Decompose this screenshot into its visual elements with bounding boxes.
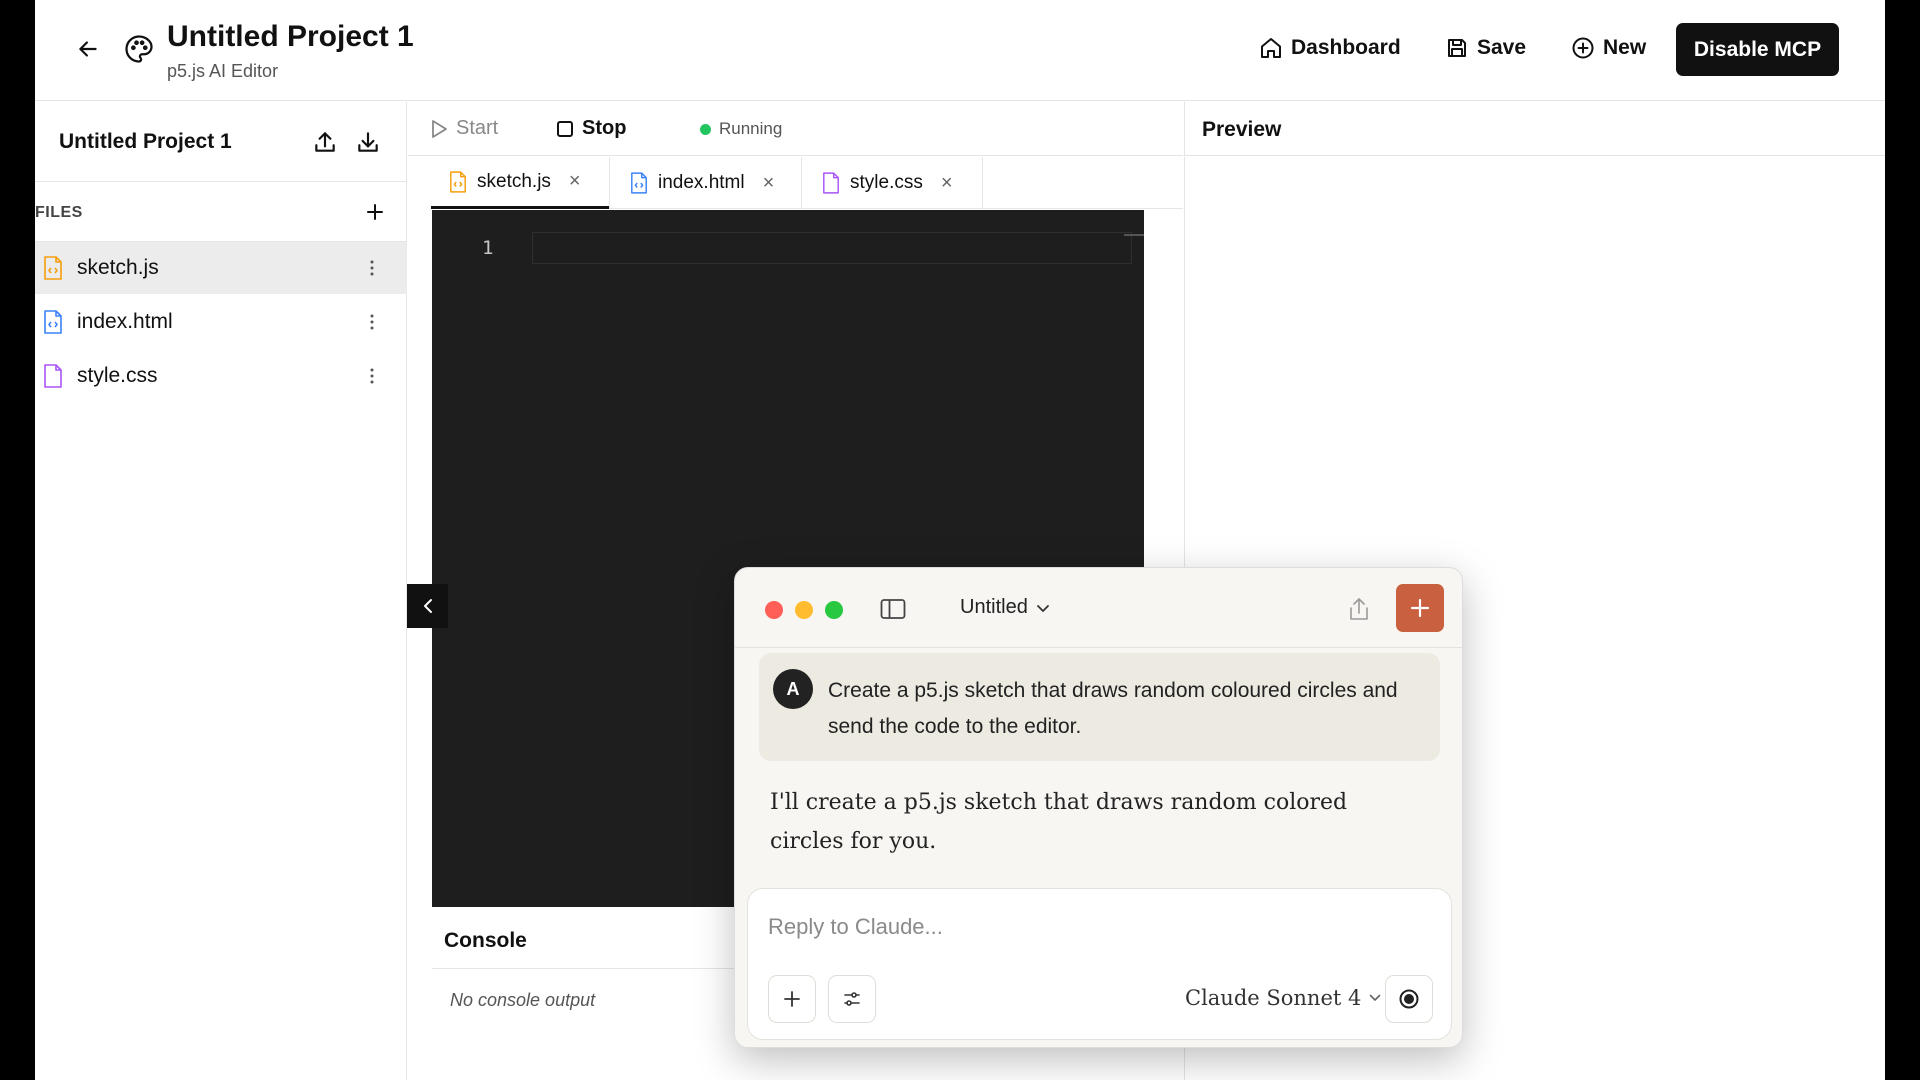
html-file-icon: [44, 310, 62, 334]
minimize-window-button[interactable]: [795, 601, 813, 619]
claude-chat-window: Untitled A Create a p5.js sketch that dr…: [734, 567, 1463, 1048]
preview-header: Preview: [1184, 102, 1885, 156]
html-file-icon: [631, 172, 647, 194]
save-button[interactable]: Save: [1445, 36, 1526, 60]
js-file-icon: [450, 170, 466, 193]
plus-circle-icon: [1572, 37, 1594, 59]
sidebar-toggle-icon[interactable]: [880, 598, 906, 620]
maximize-window-button[interactable]: [825, 601, 843, 619]
dashboard-label: Dashboard: [1291, 36, 1401, 59]
attach-button[interactable]: [768, 975, 816, 1023]
project-title: Untitled Project 1: [167, 20, 414, 53]
new-chat-button[interactable]: [1396, 584, 1444, 632]
start-button[interactable]: Start: [430, 117, 498, 140]
dashboard-button[interactable]: Dashboard: [1259, 36, 1401, 60]
editor-toolbar: Start Stop Running: [408, 102, 1183, 156]
more-vertical-icon[interactable]: [362, 258, 382, 278]
close-icon[interactable]: ×: [763, 172, 775, 195]
css-file-icon: [823, 172, 839, 194]
close-icon[interactable]: ×: [941, 172, 953, 195]
upload-icon[interactable]: [312, 129, 338, 155]
console-title: Console: [444, 929, 527, 952]
stop-label: Stop: [582, 117, 627, 139]
collapse-sidebar-button[interactable]: [407, 584, 448, 628]
file-item-style-css[interactable]: style.css: [35, 350, 407, 402]
conversation-title-dropdown[interactable]: Untitled: [960, 596, 1050, 619]
sliders-icon: [844, 992, 860, 1006]
tab-label: style.css: [850, 172, 923, 193]
download-icon[interactable]: [355, 129, 381, 155]
play-icon: [432, 119, 447, 138]
record-icon: [1399, 989, 1419, 1009]
assistant-message-text: I'll create a p5.js sketch that draws ra…: [770, 790, 1348, 854]
file-name: style.css: [77, 364, 158, 387]
file-item-index-html[interactable]: index.html: [35, 296, 407, 348]
avatar: A: [773, 669, 813, 709]
reply-composer: Claude Sonnet 4: [747, 888, 1452, 1040]
tab-divider: [982, 157, 983, 209]
line-number: 1: [482, 237, 494, 259]
close-window-button[interactable]: [765, 601, 783, 619]
sidebar-divider: [35, 181, 407, 182]
new-label: New: [1603, 36, 1647, 59]
tab-style-css[interactable]: style.css ×: [802, 157, 982, 209]
file-name: sketch.js: [77, 256, 159, 279]
file-item-sketch-js[interactable]: sketch.js: [35, 242, 407, 294]
current-line-highlight: [532, 232, 1132, 264]
status-label: Running: [719, 119, 783, 138]
plus-icon: [1410, 598, 1430, 618]
tab-label: index.html: [658, 172, 745, 193]
chevron-down-icon: [1036, 604, 1049, 612]
tools-button[interactable]: [828, 975, 876, 1023]
disable-mcp-button[interactable]: Disable MCP: [1676, 23, 1839, 76]
start-label: Start: [456, 117, 499, 139]
sidebar-project-title: Untitled Project 1: [59, 130, 232, 153]
editor-tabs: sketch.js × index.html × style.css ×: [431, 157, 1183, 209]
preview-title: Preview: [1202, 118, 1282, 141]
new-button[interactable]: New: [1571, 36, 1646, 60]
file-name: index.html: [77, 310, 173, 333]
user-message-text: Create a p5.js sketch that draws random …: [828, 679, 1398, 738]
chevron-down-icon: [1370, 994, 1381, 1001]
app-header: Untitled Project 1 p5.js AI Editor Dashb…: [35, 0, 1885, 101]
model-label: Claude Sonnet 4: [1185, 986, 1362, 1010]
window-titlebar: Untitled: [735, 568, 1462, 648]
save-icon: [1448, 39, 1466, 57]
file-sidebar: Untitled Project 1 FILES sketch.js index…: [35, 102, 407, 1080]
tab-sketch-js[interactable]: sketch.js ×: [431, 157, 609, 209]
js-file-icon: [44, 256, 62, 280]
more-vertical-icon[interactable]: [362, 366, 382, 386]
app-subtitle: p5.js AI Editor: [167, 61, 279, 81]
conversation-title: Untitled: [960, 596, 1028, 618]
share-icon[interactable]: [1347, 596, 1371, 622]
stop-icon: [557, 120, 573, 137]
add-file-icon[interactable]: [363, 200, 387, 224]
save-label: Save: [1477, 36, 1527, 59]
reply-input[interactable]: [768, 909, 1428, 945]
model-selector[interactable]: Claude Sonnet 4: [1185, 986, 1381, 1010]
status-dot-icon: [700, 123, 711, 135]
overview-ruler: [1124, 234, 1144, 236]
chevron-left-icon: [423, 599, 432, 613]
plus-icon: [784, 991, 800, 1007]
back-arrow-icon[interactable]: [75, 36, 101, 62]
more-vertical-icon[interactable]: [362, 312, 382, 332]
files-section-label: FILES: [35, 204, 83, 221]
console-output: No console output: [450, 990, 596, 1010]
stop-button[interactable]: Stop: [556, 117, 626, 140]
tab-index-html[interactable]: index.html ×: [610, 157, 801, 209]
home-icon: [1261, 38, 1281, 58]
tab-label: sketch.js: [477, 170, 551, 192]
voice-mode-button[interactable]: [1385, 975, 1433, 1023]
p5js-editor-app: Untitled Project 1 p5.js AI Editor Dashb…: [35, 0, 1885, 1080]
running-status: Running: [700, 119, 782, 139]
close-icon[interactable]: ×: [569, 170, 581, 193]
palette-icon: [125, 35, 153, 63]
css-file-icon: [44, 364, 62, 388]
user-message-bubble: A Create a p5.js sketch that draws rando…: [759, 653, 1440, 761]
